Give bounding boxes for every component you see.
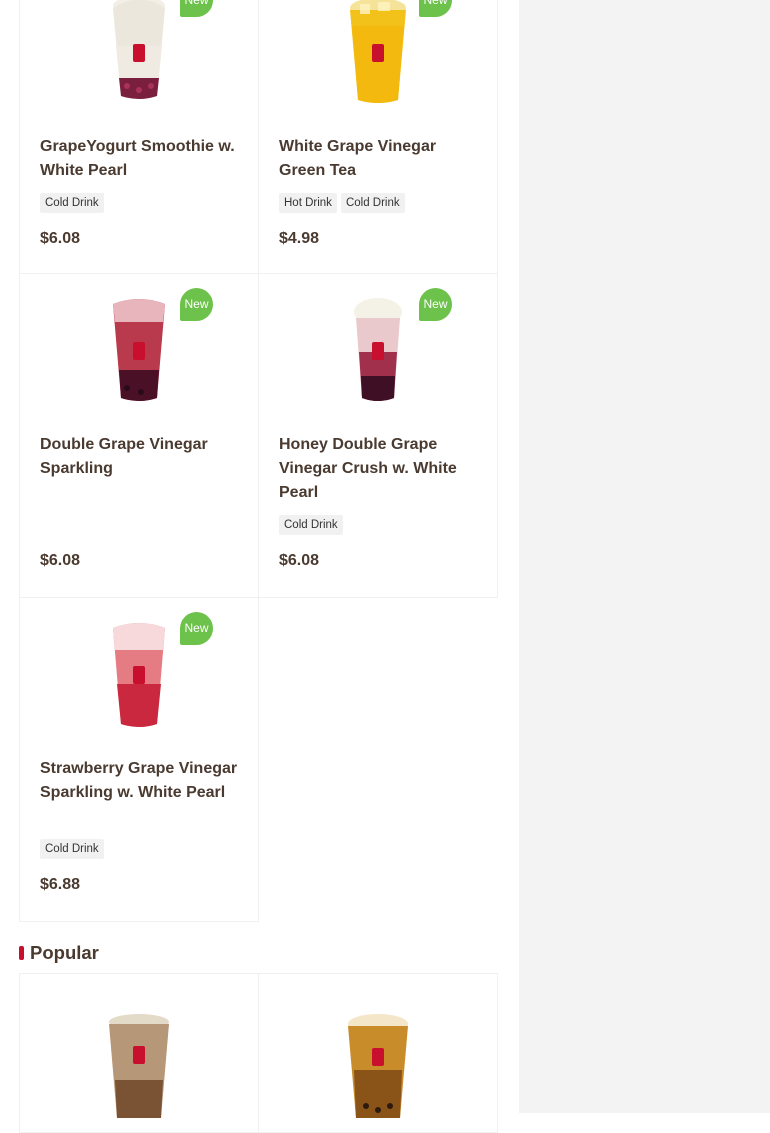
product-image[interactable] xyxy=(259,0,497,104)
product-image[interactable] xyxy=(259,1010,497,1128)
product-card[interactable] xyxy=(19,973,259,1133)
product-card[interactable]: New White Grape Vinegar Green Tea Hot Dr… xyxy=(258,0,498,274)
product-card[interactable]: New Strawberry Grape Vinegar Sparkling w… xyxy=(19,597,259,922)
product-price: $6.88 xyxy=(40,876,81,893)
product-price: $4.98 xyxy=(279,230,320,247)
product-tags: Hot Drink Cold Drink xyxy=(279,193,405,213)
product-image[interactable] xyxy=(20,1010,258,1128)
product-card[interactable]: New Honey Double Grape Vinegar Crush w. … xyxy=(258,273,498,598)
product-card[interactable]: New Double Grape Vinegar Sparkling $6.08 xyxy=(19,273,259,598)
section-header-popular: Popular xyxy=(19,942,99,964)
product-name[interactable]: Strawberry Grape Vinegar Sparkling w. Wh… xyxy=(40,757,244,805)
tag-cold-drink: Cold Drink xyxy=(279,515,343,535)
product-price: $6.08 xyxy=(40,552,81,569)
product-name[interactable]: White Grape Vinegar Green Tea xyxy=(279,135,483,183)
product-tags: Cold Drink xyxy=(40,193,104,213)
product-tags: Cold Drink xyxy=(279,515,343,535)
product-name[interactable]: GrapeYogurt Smoothie w. White Pearl xyxy=(40,135,244,183)
new-badge: New xyxy=(180,612,213,645)
product-image[interactable] xyxy=(20,0,258,104)
product-image[interactable] xyxy=(20,614,258,732)
product-image[interactable] xyxy=(20,290,258,408)
product-grid-popular xyxy=(19,973,498,1133)
product-name[interactable]: Honey Double Grape Vinegar Crush w. Whit… xyxy=(279,433,483,505)
section-title: Popular xyxy=(30,942,99,963)
new-badge: New xyxy=(180,288,213,321)
tag-hot-drink: Hot Drink xyxy=(279,193,337,213)
product-image[interactable] xyxy=(259,290,497,408)
product-price: $6.08 xyxy=(279,552,320,569)
side-panel xyxy=(519,0,770,1113)
product-card[interactable]: New GrapeYogurt Smoothie w. White Pearl … xyxy=(19,0,259,274)
tag-cold-drink: Cold Drink xyxy=(40,193,104,213)
section-marker xyxy=(19,946,24,960)
product-name[interactable]: Double Grape Vinegar Sparkling xyxy=(40,433,244,481)
new-badge: New xyxy=(419,288,452,321)
tag-cold-drink: Cold Drink xyxy=(40,839,104,859)
tag-cold-drink: Cold Drink xyxy=(340,193,405,213)
product-grid-new: New GrapeYogurt Smoothie w. White Pearl … xyxy=(19,0,498,922)
product-card[interactable] xyxy=(258,973,498,1133)
product-price: $6.08 xyxy=(40,230,81,247)
product-tags: Cold Drink xyxy=(40,839,104,859)
